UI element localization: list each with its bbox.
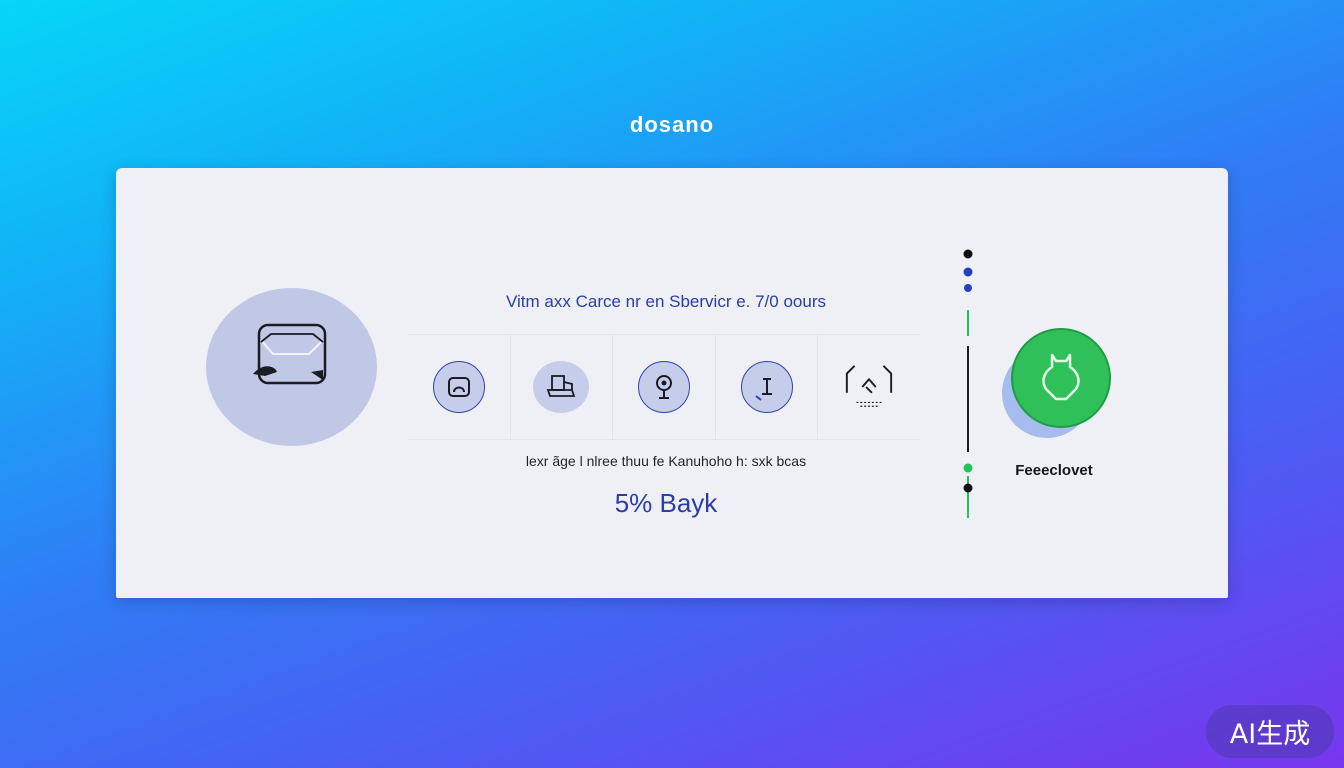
feature-circle xyxy=(740,361,793,413)
message-icon xyxy=(447,377,470,397)
hero-icon-circle xyxy=(206,288,377,446)
feature-circle xyxy=(432,361,485,413)
ai-generated-badge: AI生成 xyxy=(1206,705,1334,758)
app-background: { "brand": { "logo_text": "dosano" }, "m… xyxy=(0,0,1344,768)
feature-cell-info[interactable] xyxy=(716,335,819,439)
chat-bubble-icon xyxy=(253,323,327,385)
feature-circle xyxy=(637,361,690,413)
box-icon xyxy=(547,375,576,397)
feature-cell-location[interactable] xyxy=(613,335,716,439)
timeline-dot xyxy=(963,267,973,277)
feature-cell-message[interactable] xyxy=(408,335,511,439)
main-card: Vitm axx Carce nr en Sbervicr e. 7/0 oou… xyxy=(116,168,1228,598)
location-pin-icon xyxy=(655,375,672,399)
headline-text: Vitm axx Carce nr en Sbervicr e. 7/0 oou… xyxy=(506,292,826,311)
progress-timeline xyxy=(963,249,973,518)
house-icon xyxy=(846,365,893,407)
feature-cell-house[interactable] xyxy=(818,335,920,439)
info-icon xyxy=(754,378,772,401)
brand-logo: dosano xyxy=(629,112,715,137)
feedback-action-button[interactable] xyxy=(1011,328,1111,428)
action-label: Feeeclovet xyxy=(1015,462,1093,479)
feature-row xyxy=(408,334,920,440)
shield-icon xyxy=(1042,353,1080,401)
timeline-dot xyxy=(964,284,972,292)
feature-circle xyxy=(533,361,590,413)
price-text: 5% Bayk xyxy=(614,488,718,518)
feature-circle xyxy=(843,361,895,413)
action-button-wrap xyxy=(1002,326,1114,444)
subline-text: lexr ãge l nlree thuu fe Kanuhoho h: sxk… xyxy=(525,453,807,469)
timeline-dot xyxy=(963,483,973,493)
timeline-dot xyxy=(963,249,973,259)
feature-cell-box[interactable] xyxy=(511,335,614,439)
timeline-dot xyxy=(963,463,973,473)
